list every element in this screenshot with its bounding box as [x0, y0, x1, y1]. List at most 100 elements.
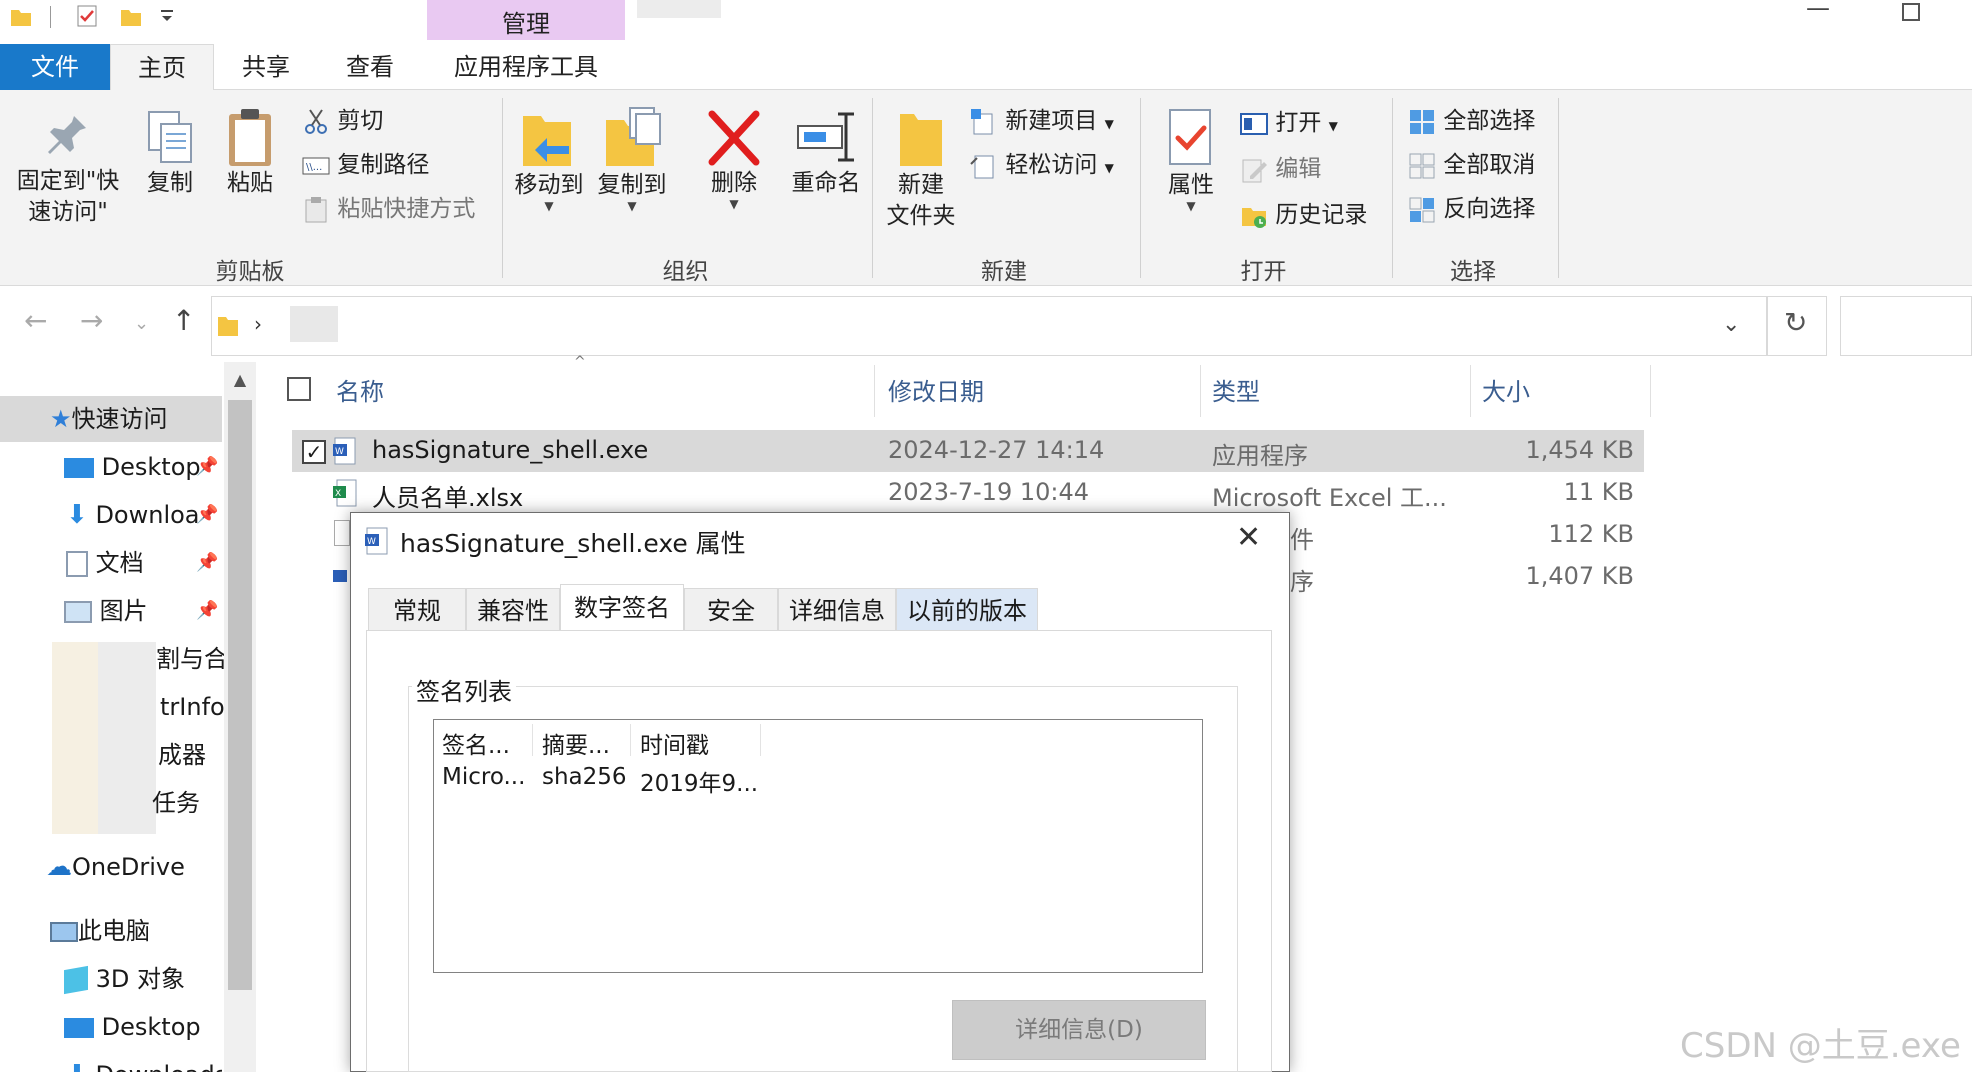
tab-digital-signatures[interactable]: 数字签名: [560, 584, 684, 632]
nav-label: Downloads: [95, 1061, 222, 1072]
column-header-modified[interactable]: 修改日期: [888, 372, 984, 407]
group-label-organize: 组织: [662, 259, 709, 285]
nav-item-partial-4[interactable]: 任务: [152, 780, 224, 826]
nav-item-desktop[interactable]: Desktop: [0, 444, 222, 490]
tab-home[interactable]: 主页: [110, 44, 214, 91]
tab-file[interactable]: 文件: [0, 44, 110, 90]
tab-view[interactable]: 查看: [318, 44, 422, 90]
minimize-icon[interactable]: —: [1806, 0, 1830, 22]
obscured-labels: [98, 642, 156, 834]
maximize-icon[interactable]: [1902, 3, 1920, 21]
list-header-signer[interactable]: 签名...: [442, 726, 510, 760]
column-divider[interactable]: [630, 724, 631, 756]
column-divider[interactable]: [1200, 365, 1201, 417]
search-input[interactable]: [1840, 296, 1972, 356]
address-box[interactable]: [211, 296, 1767, 356]
tab-general[interactable]: 常规: [368, 588, 466, 632]
rename-button[interactable]: 重命名: [776, 108, 876, 199]
breadcrumb-chevron-icon[interactable]: ›: [254, 312, 262, 336]
nav-item-onedrive[interactable]: ☁OneDrive: [0, 844, 222, 890]
column-header-name[interactable]: 名称: [336, 372, 384, 407]
pin-quick-access-button[interactable]: 固定到"快 速访问": [8, 110, 128, 228]
scroll-up-icon[interactable]: ▲: [228, 362, 252, 398]
tab-details[interactable]: 详细信息: [778, 588, 896, 632]
select-all-button[interactable]: 全部选择: [1408, 104, 1535, 138]
chevron-down-icon: ▼: [627, 199, 637, 213]
select-all-label: 全部选择: [1443, 108, 1536, 134]
row-checkbox[interactable]: ✓: [302, 440, 326, 464]
customize-dropdown-icon[interactable]: [156, 4, 178, 28]
open-button[interactable]: 打开 ▼: [1240, 106, 1338, 140]
select-none-button[interactable]: 全部取消: [1408, 148, 1535, 182]
tab-compatibility[interactable]: 兼容性: [466, 588, 560, 632]
move-to-icon: [523, 116, 571, 166]
tab-security[interactable]: 安全: [684, 588, 778, 632]
cut-button[interactable]: 剪切: [302, 104, 383, 138]
tab-share[interactable]: 共享: [214, 44, 318, 90]
new-folder-icon[interactable]: [120, 4, 142, 28]
forward-arrow-icon[interactable]: →: [80, 304, 103, 337]
easy-access-button[interactable]: 轻松访问 ▼: [970, 148, 1114, 182]
nav-label: 成器: [158, 741, 206, 769]
pin-icon[interactable]: 📌: [196, 456, 218, 477]
invert-selection-button[interactable]: 反向选择: [1408, 192, 1535, 226]
column-divider[interactable]: [1470, 365, 1471, 417]
nav-item-partial-2[interactable]: trInfo: [160, 684, 224, 730]
tab-app-tools[interactable]: 应用程序工具: [427, 44, 625, 90]
nav-item-partial-1[interactable]: 割与合: [156, 636, 224, 682]
close-icon[interactable]: ✕: [1236, 520, 1261, 555]
copy-button[interactable]: 复制: [135, 108, 205, 199]
dialog-title: hasSignature_shell.exe 属性: [400, 529, 746, 558]
pin-icon[interactable]: 📌: [196, 504, 218, 525]
tab-previous-versions[interactable]: 以前的版本: [896, 588, 1038, 632]
copy-path-button[interactable]: \\... 复制路径: [302, 148, 429, 182]
breadcrumb-obscured[interactable]: [290, 306, 338, 342]
recent-dropdown-icon[interactable]: ⌄: [134, 313, 149, 334]
nav-item-documents[interactable]: 文档: [0, 540, 222, 586]
select-all-checkbox[interactable]: [287, 377, 311, 401]
nav-item-3d-objects[interactable]: 3D 对象: [0, 956, 222, 1002]
nav-item-downloads-pc[interactable]: ⬇ Downloads: [0, 1052, 222, 1072]
move-to-button[interactable]: 移动到 ▼: [510, 106, 588, 212]
column-divider[interactable]: [532, 724, 533, 756]
nav-item-desktop-pc[interactable]: Desktop: [0, 1004, 222, 1050]
nav-item-this-pc[interactable]: 此电脑: [0, 908, 222, 954]
paste-button[interactable]: 粘贴: [215, 106, 285, 199]
column-divider[interactable]: [874, 365, 875, 417]
list-header-digest[interactable]: 摘要...: [542, 726, 610, 760]
properties-button[interactable]: 属性 ▼: [1152, 106, 1230, 212]
manage-context-label[interactable]: 管理: [427, 4, 625, 39]
up-arrow-icon[interactable]: ↑: [172, 304, 195, 337]
pin-icon[interactable]: 📌: [196, 600, 218, 621]
paste-shortcut-button[interactable]: 粘贴快捷方式: [302, 192, 475, 226]
nav-item-downloads[interactable]: ⬇ Downloa: [0, 492, 222, 538]
new-folder-button[interactable]: 新建 文件夹: [876, 106, 966, 232]
nav-item-pictures[interactable]: 图片: [0, 588, 222, 634]
list-header-timestamp[interactable]: 时间戳: [640, 726, 709, 760]
nav-item-partial-3[interactable]: 成器: [158, 732, 224, 778]
nav-scrollbar-thumb[interactable]: [228, 400, 252, 990]
history-button[interactable]: 历史记录: [1240, 198, 1367, 232]
file-name[interactable]: 人员名单.xlsx: [372, 478, 523, 513]
column-divider[interactable]: [760, 724, 761, 756]
delete-button[interactable]: 删除 ▼: [690, 108, 778, 210]
details-button[interactable]: 详细信息(D): [952, 1000, 1206, 1060]
properties-label: 属性: [1168, 172, 1214, 198]
copy-to-button[interactable]: 复制到 ▼: [593, 106, 671, 213]
folder-icon[interactable]: [10, 4, 32, 28]
properties-check-icon[interactable]: [76, 4, 98, 28]
download-arrow-icon: ⬇: [66, 500, 88, 530]
column-header-type[interactable]: 类型: [1212, 372, 1260, 407]
new-item-button[interactable]: 新建项目 ▼: [970, 104, 1114, 138]
file-name[interactable]: hasSignature_shell.exe: [372, 436, 648, 464]
column-divider[interactable]: [1650, 365, 1651, 417]
group-label-open: 打开: [1240, 259, 1287, 285]
back-arrow-icon[interactable]: ←: [24, 304, 47, 337]
picture-icon: [64, 601, 92, 623]
pin-icon: [48, 116, 86, 154]
edit-button[interactable]: 编辑: [1240, 152, 1321, 186]
column-header-size[interactable]: 大小: [1482, 372, 1530, 407]
pin-icon[interactable]: 📌: [196, 552, 218, 573]
nav-item-quick-access[interactable]: ★快速访问: [0, 396, 222, 442]
address-dropdown-icon[interactable]: ⌄: [1722, 312, 1740, 337]
